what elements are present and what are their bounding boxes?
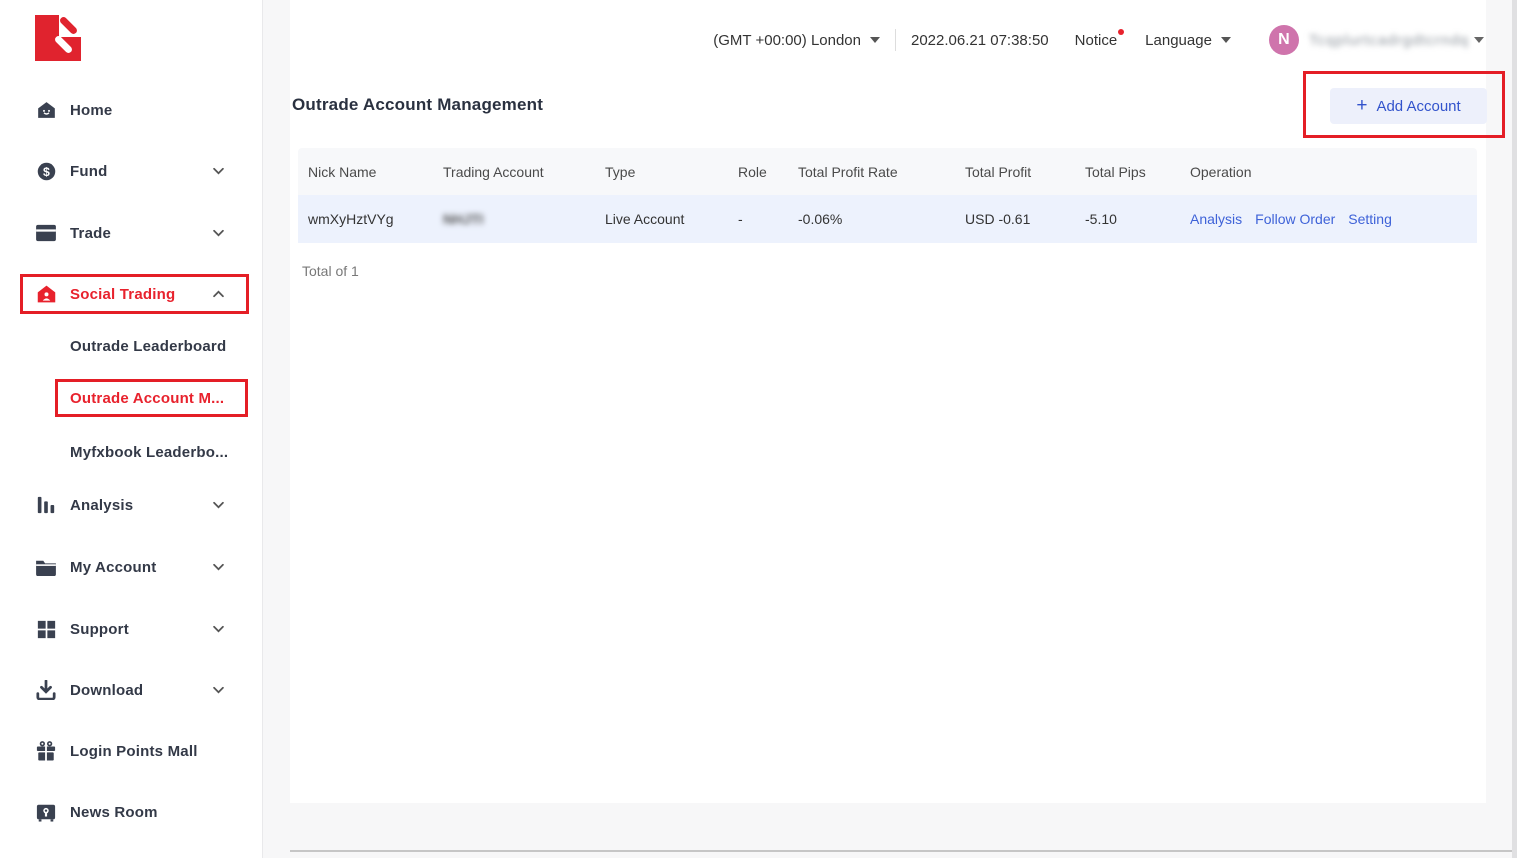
sidebar-item-myfxbook-leaderboard[interactable]: Myfxbook Leaderbo...	[70, 432, 250, 472]
chevron-down-icon	[870, 37, 880, 43]
language-label: Language	[1145, 32, 1212, 49]
dollar-circle-icon: $	[34, 160, 58, 182]
avatar: N	[1269, 25, 1299, 55]
sidebar-item-label: Home	[70, 102, 226, 119]
datetime-text: 2022.06.21 07:38:50	[911, 32, 1049, 49]
sidebar-item-social-trading[interactable]: Social Trading	[34, 274, 226, 314]
col-header-total-profit: Total Profit	[955, 164, 1075, 180]
sidebar-item-news-room[interactable]: News Room	[34, 792, 226, 832]
chevron-down-icon	[212, 686, 226, 694]
table-row: wmXyHztVYg NHJTI Live Account - -0.06% U…	[298, 195, 1477, 243]
cell-nick-name: wmXyHztVYg	[298, 211, 433, 227]
accounts-table: Nick Name Trading Account Type Role Tota…	[298, 148, 1477, 243]
chevron-down-icon	[212, 563, 226, 571]
sidebar-item-login-points-mall[interactable]: Login Points Mall	[34, 731, 226, 771]
sidebar-item-fund[interactable]: $ Fund	[34, 151, 226, 191]
chevron-down-icon	[212, 167, 226, 175]
sidebar-item-label: Myfxbook Leaderbo...	[70, 444, 250, 461]
scrollbar[interactable]	[1512, 0, 1517, 858]
notice-label: Notice	[1075, 32, 1118, 49]
sidebar-item-outrade-leaderboard[interactable]: Outrade Leaderboard	[70, 326, 250, 366]
cell-role: -	[728, 211, 788, 227]
language-selector[interactable]: Language	[1145, 32, 1231, 49]
chevron-down-icon	[1221, 37, 1231, 43]
sidebar-item-outrade-account-management[interactable]: Outrade Account M...	[70, 378, 250, 418]
sidebar-item-label: News Room	[70, 804, 226, 821]
news-room-icon	[34, 801, 58, 823]
sidebar-item-label: Outrade Leaderboard	[70, 338, 250, 355]
chevron-down-icon	[212, 229, 226, 237]
social-trading-house-icon	[34, 283, 58, 305]
grid-icon	[34, 618, 58, 640]
col-header-operation: Operation	[1180, 164, 1477, 180]
main-content: (GMT +00:00) London 2022.06.21 07:38:50 …	[290, 0, 1486, 803]
add-account-label: Add Account	[1376, 98, 1460, 115]
sidebar-item-my-account[interactable]: My Account	[34, 547, 226, 587]
download-icon	[34, 679, 58, 701]
col-header-role: Role	[728, 164, 788, 180]
cell-total-pips: -5.10	[1075, 211, 1180, 227]
total-count-text: Total of 1	[302, 263, 359, 279]
sidebar-item-label: Outrade Account M...	[70, 390, 250, 407]
sidebar-item-trade[interactable]: Trade	[34, 213, 226, 253]
sidebar-item-support[interactable]: Support	[34, 609, 226, 649]
chevron-down-icon	[1474, 37, 1484, 43]
bar-chart-icon	[34, 494, 58, 516]
col-header-trading-account: Trading Account	[433, 164, 595, 180]
chevron-down-icon	[212, 625, 226, 633]
setting-link[interactable]: Setting	[1348, 211, 1392, 227]
col-header-nick-name: Nick Name	[298, 164, 433, 180]
wallet-icon	[34, 222, 58, 244]
sidebar-item-label: Fund	[70, 163, 212, 180]
analysis-link[interactable]: Analysis	[1190, 211, 1242, 227]
follow-order-link[interactable]: Follow Order	[1255, 211, 1335, 227]
svg-text:$: $	[43, 164, 50, 178]
timezone-selector[interactable]: (GMT +00:00) London	[713, 32, 880, 49]
table-header-row: Nick Name Trading Account Type Role Tota…	[298, 148, 1477, 195]
cell-operations: Analysis Follow Order Setting	[1180, 211, 1477, 227]
sidebar-item-label: Analysis	[70, 497, 212, 514]
chevron-down-icon	[212, 501, 226, 509]
col-header-total-pips: Total Pips	[1075, 164, 1180, 180]
notification-dot	[1118, 29, 1124, 35]
sidebar: Home $ Fund Trade Social Trading Outrade…	[0, 0, 263, 858]
col-header-total-profit-rate: Total Profit Rate	[788, 164, 955, 180]
home-icon	[34, 99, 58, 121]
cell-trading-account-blurred: NHJTI	[443, 211, 483, 227]
cell-total-profit: USD -0.61	[955, 211, 1075, 227]
divider	[895, 29, 896, 51]
sidebar-item-download[interactable]: Download	[34, 670, 226, 710]
cell-total-profit-rate: -0.06%	[788, 211, 955, 227]
notice-link[interactable]: Notice	[1075, 32, 1118, 49]
username-blurred: Tcqplurtcadrgdtcrndq	[1309, 32, 1469, 49]
chevron-up-icon	[212, 290, 226, 298]
sidebar-item-label: Support	[70, 621, 212, 638]
timezone-label: (GMT +00:00) London	[713, 32, 861, 49]
col-header-type: Type	[595, 164, 728, 180]
bottom-divider	[290, 850, 1517, 852]
sidebar-item-label: Trade	[70, 225, 212, 242]
sidebar-item-label: Social Trading	[70, 286, 212, 303]
add-account-button[interactable]: + Add Account	[1330, 88, 1487, 124]
sidebar-item-label: Login Points Mall	[70, 743, 226, 760]
folder-icon	[34, 556, 58, 578]
cell-type: Live Account	[595, 211, 728, 227]
page-title: Outrade Account Management	[292, 95, 543, 115]
sidebar-item-analysis[interactable]: Analysis	[34, 485, 226, 525]
sidebar-item-home[interactable]: Home	[34, 90, 226, 130]
gift-icon	[34, 740, 58, 762]
sidebar-item-label: Download	[70, 682, 212, 699]
user-menu[interactable]: N Tcqplurtcadrgdtcrndq	[1269, 25, 1484, 55]
sidebar-item-label: My Account	[70, 559, 212, 576]
brand-logo[interactable]	[35, 15, 81, 61]
topbar: (GMT +00:00) London 2022.06.21 07:38:50 …	[290, 12, 1484, 68]
plus-icon: +	[1356, 96, 1367, 115]
logo-white-stroke-icon	[54, 35, 74, 55]
